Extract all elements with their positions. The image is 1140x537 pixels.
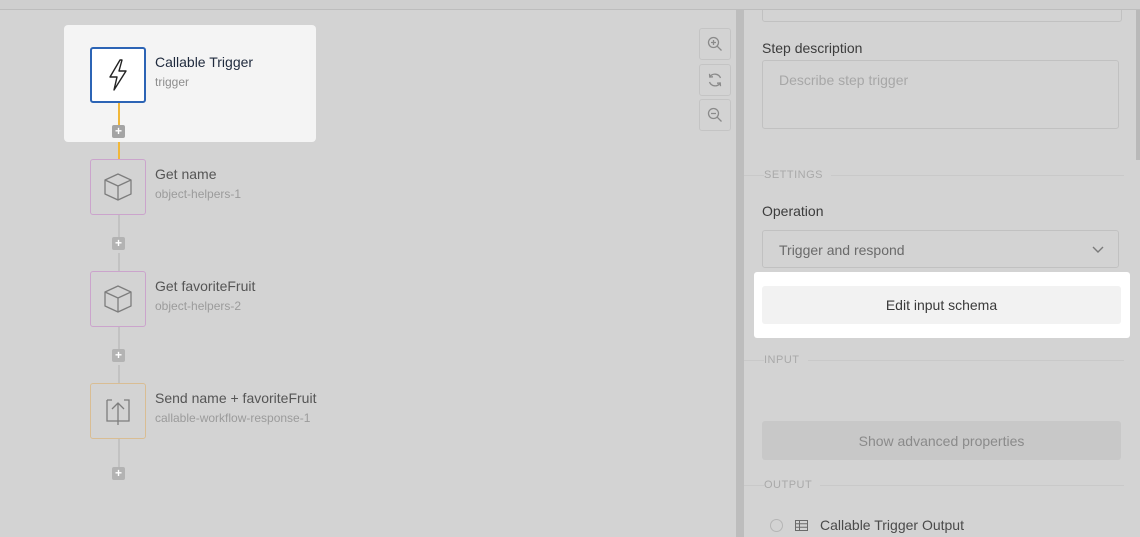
node-get-favorite-fruit[interactable]: Get favoriteFruit object-helpers-2 (90, 271, 320, 327)
node-subtitle: object-helpers-1 (155, 187, 242, 201)
output-item[interactable]: Callable Trigger Output (770, 515, 964, 535)
node-subtitle: callable-workflow-response-1 (155, 411, 311, 425)
output-radio[interactable] (770, 518, 783, 532)
reset-view-button[interactable] (699, 64, 731, 96)
connector (118, 142, 120, 159)
output-item-label: Callable Trigger Output (820, 517, 964, 533)
panel-scrollbar[interactable] (1136, 10, 1140, 160)
node-title: Get favoriteFruit (155, 278, 256, 294)
output-section-header: OUTPUT (744, 479, 1124, 491)
add-step-button[interactable]: + (112, 125, 125, 138)
step-name-field[interactable] (762, 10, 1122, 22)
node-subtitle: object-helpers-2 (155, 299, 242, 313)
highlighted-schema-area: Edit input schema (754, 272, 1130, 338)
connector (118, 253, 120, 271)
settings-section-header: SETTINGS (744, 169, 1124, 181)
node-title: Send name + favoriteFruit (155, 390, 317, 406)
add-step-button[interactable]: + (112, 349, 125, 362)
input-section-header: INPUT (744, 354, 1124, 366)
zoom-in-icon (707, 36, 722, 51)
zoom-out-button[interactable] (699, 99, 731, 131)
operation-value: Trigger and respond (779, 242, 905, 258)
panel-resize-handle[interactable] (736, 10, 744, 537)
node-callable-trigger[interactable]: Callable Trigger trigger (90, 47, 320, 103)
lightning-icon (109, 59, 127, 91)
add-step-button[interactable]: + (112, 467, 125, 480)
chevron-down-icon (1092, 246, 1104, 253)
node-send-response[interactable]: Send name + favoriteFruit callable-workf… (90, 383, 320, 439)
node-icon-box (90, 159, 146, 215)
step-description-input[interactable]: Describe step trigger (762, 60, 1119, 129)
zoom-in-button[interactable] (699, 28, 731, 60)
workflow-canvas[interactable]: Callable Trigger trigger + Get name obje… (0, 10, 736, 537)
node-subtitle: trigger (155, 75, 190, 89)
node-icon-box (90, 271, 146, 327)
node-get-name[interactable]: Get name object-helpers-1 (90, 159, 320, 215)
step-settings-panel: Step description Describe step trigger S… (744, 10, 1140, 537)
node-title: Get name (155, 166, 217, 182)
operation-select[interactable]: Trigger and respond (762, 230, 1119, 268)
table-icon (795, 519, 808, 531)
zoom-out-icon (707, 107, 722, 122)
connector (118, 365, 120, 383)
node-icon-box (90, 47, 146, 103)
window-top-edge (0, 0, 1140, 10)
refresh-icon (708, 73, 722, 87)
add-step-button[interactable]: + (112, 237, 125, 250)
step-description-label: Step description (762, 40, 863, 56)
node-title: Callable Trigger (155, 54, 254, 70)
cube-icon (104, 285, 132, 313)
upload-arrow-icon (106, 399, 130, 425)
cube-icon (104, 173, 132, 201)
edit-input-schema-button[interactable]: Edit input schema (762, 286, 1121, 324)
operation-label: Operation (762, 203, 824, 219)
show-advanced-properties-button[interactable]: Show advanced properties (762, 421, 1121, 460)
node-icon-box (90, 383, 146, 439)
